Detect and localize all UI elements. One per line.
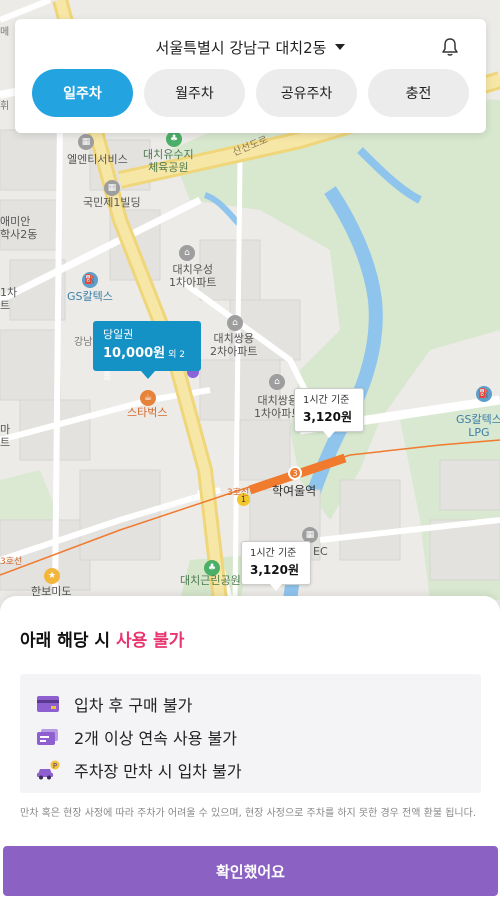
restriction-text: 2개 이상 연속 사용 불가 xyxy=(74,728,238,748)
map-label: 메 xyxy=(0,27,10,38)
price-marker-label: 1시간 기준 xyxy=(250,548,297,559)
credit-card-icon xyxy=(36,694,60,714)
map-label: 휘 xyxy=(0,101,10,112)
price-marker-price: 3,120원 xyxy=(303,410,352,424)
price-marker-price: 3,120원 xyxy=(250,563,299,577)
map-label: 강남 xyxy=(74,337,93,348)
gas-station-icon: ⛽ xyxy=(476,386,492,402)
map-label: GS칼텍스 xyxy=(67,290,113,303)
map-label: 국민제1빌딩 xyxy=(83,196,141,209)
chevron-down-icon xyxy=(335,44,346,50)
map-label: 대치근린공원 xyxy=(180,574,241,587)
tab-shared[interactable]: 공유주차 xyxy=(256,69,357,117)
mart-icon: ★ xyxy=(44,568,60,584)
cafe-icon: ☕ xyxy=(140,390,156,406)
notice-text: 만차 혹은 현장 사정에 따라 주차가 어려울 수 있으며, 현장 사정으로 주… xyxy=(20,808,476,819)
map-label: EC xyxy=(313,545,328,558)
map-label: 1차 트 xyxy=(0,286,18,312)
gas-station-icon: ⛽ xyxy=(82,272,98,288)
map-label: 스타벅스 xyxy=(127,406,168,419)
top-panel: 서울특별시 강남구 대치2동 일주차 월주차 공유주차 충전 xyxy=(15,19,486,133)
full-parking-car-icon: P xyxy=(36,760,60,780)
restriction-item: 2개 이상 연속 사용 불가 xyxy=(36,720,465,753)
confirm-button[interactable]: 확인했어요 xyxy=(3,846,498,896)
restriction-sheet: 아래 해당 시 사용 불가 입차 후 구매 불가 2개 이상 연속 사용 불가 … xyxy=(0,596,500,903)
map-label: 대치우성 1차아파트 xyxy=(169,263,217,289)
subway-station-icon: 3 xyxy=(288,466,302,480)
tab-monthly[interactable]: 월주차 xyxy=(144,69,245,117)
sheet-title-highlight: 사용 불가 xyxy=(115,631,185,651)
map-label: 대치쌍용 2차아파트 xyxy=(210,332,258,358)
restriction-text: 입차 후 구매 불가 xyxy=(74,695,193,715)
map-label: 3호선 xyxy=(0,557,23,567)
building-icon: ▦ xyxy=(104,180,120,196)
restriction-list: 입차 후 구매 불가 2개 이상 연속 사용 불가 P 주차장 만차 시 입차 … xyxy=(20,674,481,793)
price-marker-label: 1시간 기준 xyxy=(303,395,350,406)
day-pass-label: 당일권 xyxy=(103,328,134,341)
map-label: 엘엔티서비스 xyxy=(67,153,128,166)
location-text: 서울특별시 강남구 대치2동 xyxy=(155,38,327,57)
map-label: 학여울역 xyxy=(272,484,317,498)
map-label: 애미안 학사2동 xyxy=(0,215,38,241)
restriction-text: 주차장 만차 시 입차 불가 xyxy=(74,761,242,781)
tab-daily[interactable]: 일주차 xyxy=(32,69,133,117)
apartment-icon: ⌂ xyxy=(179,245,195,261)
tab-charging[interactable]: 충전 xyxy=(368,69,469,117)
day-pass-price: 10,000원 xyxy=(103,346,166,361)
sheet-title-prefix: 아래 해당 시 xyxy=(20,631,116,651)
location-selector[interactable]: 서울특별시 강남구 대치2동 xyxy=(15,35,486,59)
map-label: GS칼텍스 LPG xyxy=(456,413,500,439)
bell-icon[interactable] xyxy=(441,37,459,57)
day-pass-marker[interactable]: 당일권 10,000원 외 2종 xyxy=(93,321,201,382)
sheet-title: 아래 해당 시 사용 불가 xyxy=(20,626,184,651)
apartment-icon: ⌂ xyxy=(227,315,243,331)
price-marker[interactable]: 1시간 기준 3,120원 xyxy=(294,388,364,438)
apartment-icon: ⌂ xyxy=(269,374,285,390)
company-icon: ▦ xyxy=(78,134,94,150)
price-marker[interactable]: 1시간 기준 3,120원 xyxy=(241,541,311,591)
parking-type-tabs: 일주차 월주차 공유주차 충전 xyxy=(32,69,469,117)
ticket-icon xyxy=(36,727,60,747)
svg-text:P: P xyxy=(53,762,57,770)
map-label: 3호선 xyxy=(227,488,250,498)
restriction-item: 입차 후 구매 불가 xyxy=(36,687,465,720)
restriction-item: P 주차장 만차 시 입차 불가 xyxy=(36,753,465,786)
map-label: 마 트 xyxy=(0,423,11,449)
map-label: 대치유수지 체육공원 xyxy=(143,148,194,174)
park-icon: ♣ xyxy=(166,131,182,147)
